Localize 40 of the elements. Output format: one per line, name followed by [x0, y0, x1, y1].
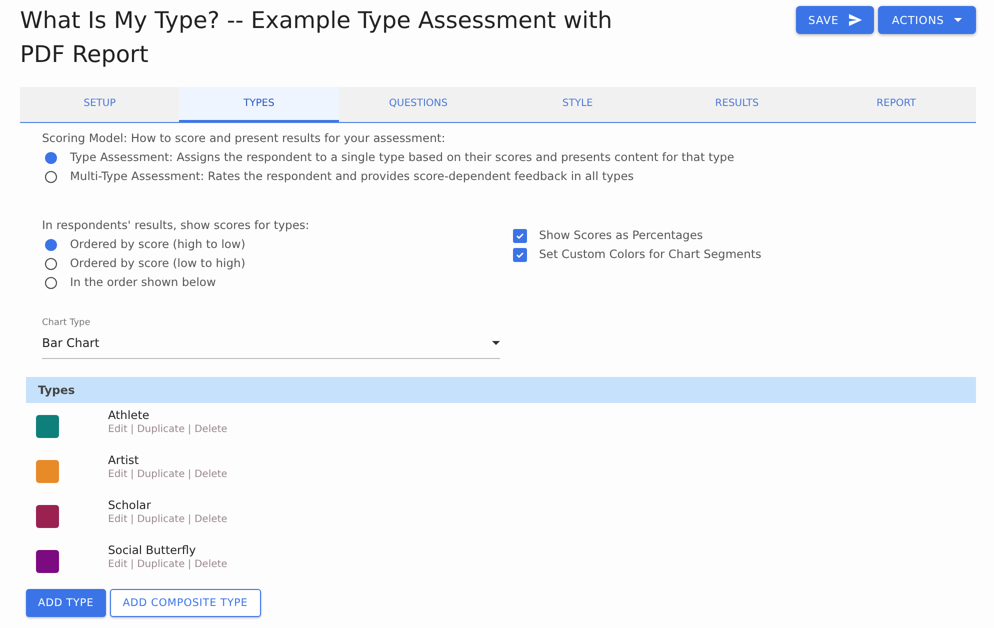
- action-links[interactable]: Edit | Duplicate | Delete: [108, 514, 228, 525]
- tab[interactable]: QUESTIONS: [338, 87, 498, 122]
- checkbox-label: Show Scores as Percentages: [539, 227, 703, 244]
- add-composite-type-button[interactable]: ADD COMPOSITE TYPE: [110, 589, 261, 617]
- radio-button[interactable]: [45, 152, 57, 164]
- caret-icon: [954, 18, 962, 22]
- tab[interactable]: RESULTS: [657, 87, 817, 122]
- option-label: In the order shown below: [70, 274, 216, 291]
- types-header: Types: [26, 377, 976, 403]
- caret-icon: [492, 341, 500, 345]
- group-label: Scoring Model: How to score and present results for your assessment:: [42, 130, 446, 147]
- add-type-button[interactable]: ADD TYPE: [26, 589, 106, 617]
- type-name: Artist: [108, 453, 140, 467]
- page-title: What Is My Type? -- Example Type Assessment with PDF Report: [20, 7, 614, 70]
- save-button[interactable]: SAVE: [796, 6, 874, 34]
- action-links[interactable]: Edit | Duplicate | Delete: [108, 469, 228, 480]
- tab[interactable]: STYLE: [498, 87, 658, 122]
- checkbox-label: Set Custom Colors for Chart Segments: [539, 246, 762, 263]
- type-name: Social Butterfly: [108, 543, 197, 557]
- actions-button[interactable]: ACTIONS: [878, 6, 976, 34]
- chart-type-select[interactable]: Chart Type Bar Chart: [42, 318, 500, 359]
- type-name: Scholar: [108, 498, 152, 512]
- tab[interactable]: TYPES: [179, 87, 339, 122]
- option-label: Ordered by score (low to high): [70, 255, 246, 272]
- radio-button[interactable]: [45, 276, 57, 288]
- tab[interactable]: SETUP: [20, 87, 180, 122]
- checkbox[interactable]: [513, 248, 527, 262]
- send-icon: [848, 14, 862, 26]
- type-name: Athlete: [108, 408, 150, 422]
- option-label: Ordered by score (high to low): [70, 236, 246, 253]
- group-label: In respondents' results, show scores for types:: [42, 217, 310, 234]
- radio-button[interactable]: [45, 258, 57, 270]
- tab[interactable]: REPORT: [816, 87, 976, 122]
- action-links[interactable]: Edit | Duplicate | Delete: [108, 424, 228, 435]
- radio-button[interactable]: [45, 170, 57, 182]
- checkbox[interactable]: [513, 228, 527, 242]
- option-label: Multi-Type Assessment: Rates the respondent and provides score-dependent feedback in all types: [70, 168, 634, 185]
- action-links[interactable]: Edit | Duplicate | Delete: [108, 559, 228, 570]
- radio-button[interactable]: [45, 238, 57, 250]
- option-label: Type Assessment: Assigns the respondent to a single type based on their scores and presents content for that type: [70, 149, 734, 166]
